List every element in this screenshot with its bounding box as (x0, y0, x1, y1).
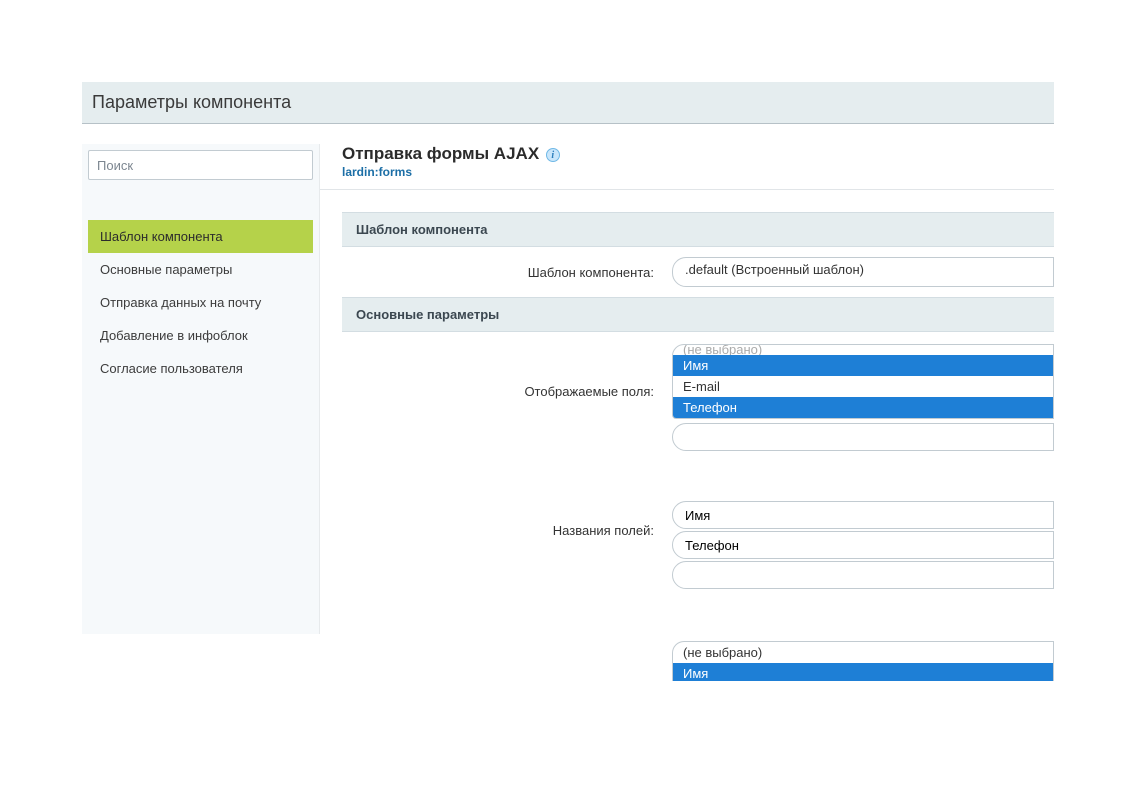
sidebar-item-main-params[interactable]: Основные параметры (88, 253, 313, 286)
sidebar: Шаблон компонента Основные параметры Отп… (82, 144, 320, 634)
sidebar-nav: Шаблон компонента Основные параметры Отп… (88, 220, 313, 385)
main-panel: Отправка формы AJAX i lardin:forms Шабло… (320, 144, 1054, 681)
input-field-name-0[interactable] (672, 501, 1054, 529)
dialog-title: Параметры компонента (82, 82, 1054, 124)
listbox-required-fields[interactable]: (не выбрано) Имя (672, 641, 1054, 681)
label-field-names: Названия полей: (342, 501, 672, 538)
section-header-template: Шаблон компонента (342, 212, 1054, 247)
label-template: Шаблон компонента: (342, 265, 672, 280)
list-item[interactable]: Телефон (673, 397, 1053, 418)
list-item[interactable]: Имя (673, 355, 1053, 376)
list-item[interactable]: (не выбрано) (673, 345, 1053, 355)
listbox-display-fields[interactable]: (не выбрано) Имя E-mail Телефон (672, 344, 1054, 419)
sidebar-item-iblock[interactable]: Добавление в инфоблок (88, 319, 313, 352)
label-display-fields: Отображаемые поля: (342, 344, 672, 399)
sidebar-item-consent[interactable]: Согласие пользователя (88, 352, 313, 385)
list-item[interactable]: Имя (673, 663, 1053, 681)
list-item[interactable]: E-mail (673, 376, 1053, 397)
sidebar-item-mail[interactable]: Отправка данных на почту (88, 286, 313, 319)
list-item[interactable]: (не выбрано) (673, 642, 1053, 663)
section-header-main: Основные параметры (342, 297, 1054, 332)
search-input[interactable] (88, 150, 313, 180)
select-template[interactable]: .default (Встроенный шаблон) (672, 257, 1054, 287)
sidebar-item-template[interactable]: Шаблон компонента (88, 220, 313, 253)
input-display-fields-extra[interactable] (672, 423, 1054, 451)
component-code: lardin:forms (342, 165, 1054, 179)
input-field-name-1[interactable] (672, 531, 1054, 559)
component-title: Отправка формы AJAX (342, 144, 539, 164)
input-field-name-2[interactable] (672, 561, 1054, 589)
info-icon[interactable]: i (546, 148, 560, 162)
